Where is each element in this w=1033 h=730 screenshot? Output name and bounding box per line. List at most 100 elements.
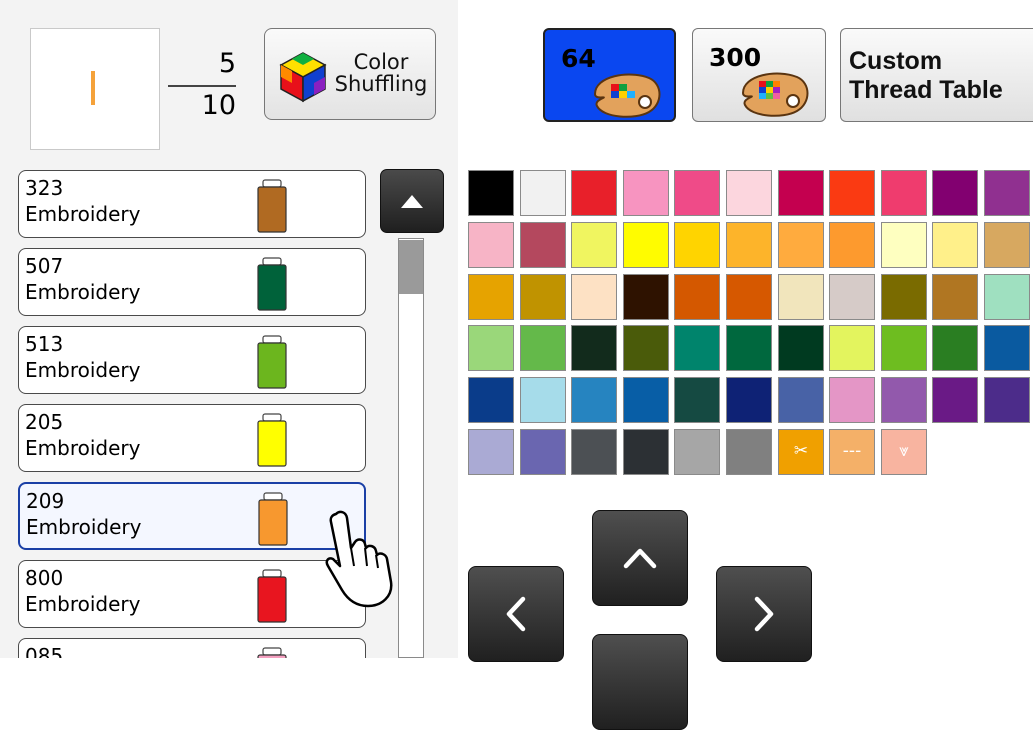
color-swatch[interactable] bbox=[623, 274, 669, 320]
color-swatch[interactable] bbox=[623, 325, 669, 371]
color-swatch[interactable] bbox=[726, 274, 772, 320]
palette-icon bbox=[593, 73, 661, 118]
color-swatch[interactable] bbox=[829, 377, 875, 423]
color-swatch[interactable] bbox=[881, 170, 927, 216]
color-swatch[interactable] bbox=[881, 377, 927, 423]
color-swatch[interactable] bbox=[571, 325, 617, 371]
thread-number: 205 bbox=[25, 410, 64, 434]
color-swatch[interactable] bbox=[674, 377, 720, 423]
move-up-button[interactable] bbox=[592, 510, 688, 606]
move-down-button[interactable] bbox=[592, 634, 688, 730]
color-swatch[interactable] bbox=[674, 429, 720, 475]
color-swatch[interactable] bbox=[726, 429, 772, 475]
color-swatch[interactable] bbox=[571, 429, 617, 475]
cut-swatch[interactable]: ✂ bbox=[778, 429, 824, 475]
color-swatch[interactable] bbox=[984, 325, 1030, 371]
thread-type: Embroidery bbox=[25, 202, 141, 226]
color-cube-icon bbox=[279, 52, 327, 103]
move-right-button[interactable] bbox=[716, 566, 812, 662]
color-swatch[interactable] bbox=[520, 325, 566, 371]
tab-64-colors[interactable]: 64 bbox=[543, 28, 676, 122]
color-swatch[interactable] bbox=[778, 222, 824, 268]
color-swatch[interactable] bbox=[468, 170, 514, 216]
color-swatch[interactable] bbox=[468, 377, 514, 423]
preview-mark bbox=[91, 71, 95, 105]
thread-spool-icon bbox=[257, 335, 287, 389]
scrollbar-thumb[interactable] bbox=[399, 240, 423, 294]
color-swatch[interactable] bbox=[726, 377, 772, 423]
tab-custom-thread-table[interactable]: Custom Thread Table bbox=[840, 28, 1033, 122]
thread-list-item[interactable]: 205 Embroidery bbox=[18, 404, 366, 472]
color-swatch[interactable] bbox=[674, 325, 720, 371]
color-swatch[interactable] bbox=[623, 170, 669, 216]
jump-swatch[interactable]: --- bbox=[829, 429, 875, 475]
color-swatch[interactable] bbox=[520, 170, 566, 216]
color-swatch[interactable] bbox=[881, 325, 927, 371]
color-swatch[interactable] bbox=[829, 222, 875, 268]
color-swatch[interactable] bbox=[726, 325, 772, 371]
thread-list-item[interactable]: 800 Embroidery bbox=[18, 560, 366, 628]
color-swatch[interactable] bbox=[674, 274, 720, 320]
color-swatch[interactable] bbox=[932, 325, 978, 371]
color-swatch[interactable] bbox=[674, 222, 720, 268]
thread-list-item[interactable]: 507 Embroidery bbox=[18, 248, 366, 316]
color-swatch[interactable] bbox=[881, 274, 927, 320]
color-swatch[interactable] bbox=[829, 170, 875, 216]
color-swatch[interactable] bbox=[778, 274, 824, 320]
color-swatch[interactable] bbox=[932, 274, 978, 320]
color-swatch[interactable] bbox=[881, 222, 927, 268]
scroll-up-button[interactable] bbox=[380, 169, 444, 233]
color-swatch[interactable] bbox=[984, 222, 1030, 268]
color-swatch[interactable] bbox=[623, 429, 669, 475]
color-swatch[interactable] bbox=[571, 222, 617, 268]
shuffle-label-line1: Color bbox=[353, 50, 409, 74]
thread-list-item[interactable]: 209 Embroidery bbox=[18, 482, 366, 550]
color-swatch[interactable] bbox=[623, 222, 669, 268]
shuffle-label-line2: Shuffling bbox=[334, 72, 428, 96]
move-left-button[interactable] bbox=[468, 566, 564, 662]
color-swatch[interactable] bbox=[932, 222, 978, 268]
color-swatch[interactable] bbox=[571, 274, 617, 320]
color-swatch[interactable] bbox=[623, 377, 669, 423]
color-swatch[interactable] bbox=[571, 377, 617, 423]
color-swatch[interactable] bbox=[520, 274, 566, 320]
color-swatch[interactable] bbox=[520, 377, 566, 423]
color-swatch[interactable] bbox=[726, 222, 772, 268]
thread-list-item[interactable]: 513 Embroidery bbox=[18, 326, 366, 394]
color-swatch[interactable] bbox=[726, 170, 772, 216]
thread-spool-icon bbox=[258, 492, 288, 546]
color-swatch[interactable] bbox=[674, 170, 720, 216]
custom-thread-table-label: Custom Thread Table bbox=[849, 47, 1003, 105]
jump-icon: --- bbox=[842, 441, 862, 461]
thread-number: 507 bbox=[25, 254, 64, 278]
color-shuffling-button[interactable]: Color Shuffling bbox=[264, 28, 436, 120]
color-swatch[interactable] bbox=[520, 222, 566, 268]
color-swatch[interactable] bbox=[932, 377, 978, 423]
thread-list-item[interactable]: 323 Embroidery bbox=[18, 170, 366, 238]
color-swatch[interactable] bbox=[778, 325, 824, 371]
color-swatch[interactable] bbox=[829, 325, 875, 371]
thread-spool-icon bbox=[257, 413, 287, 467]
thread-type: Embroidery bbox=[25, 280, 141, 304]
color-swatch[interactable] bbox=[829, 274, 875, 320]
triangle-up-icon bbox=[401, 195, 423, 208]
thread-list-item[interactable]: 085Embroidery bbox=[18, 638, 366, 658]
color-swatch[interactable] bbox=[468, 429, 514, 475]
color-swatch[interactable] bbox=[984, 274, 1030, 320]
color-swatch[interactable] bbox=[778, 377, 824, 423]
thread-type: Embroidery bbox=[25, 358, 141, 382]
color-swatch[interactable] bbox=[984, 170, 1030, 216]
color-swatch[interactable] bbox=[520, 429, 566, 475]
tab-300-colors[interactable]: 300 bbox=[692, 28, 826, 122]
color-swatch[interactable] bbox=[571, 170, 617, 216]
color-swatch[interactable] bbox=[932, 170, 978, 216]
fraction-divider bbox=[168, 85, 236, 87]
color-swatch[interactable] bbox=[468, 274, 514, 320]
color-swatch[interactable] bbox=[778, 170, 824, 216]
trim-swatch[interactable]: ⩔ bbox=[881, 429, 927, 475]
thread-spool-icon bbox=[257, 179, 287, 233]
color-swatch[interactable] bbox=[468, 222, 514, 268]
color-swatch[interactable] bbox=[984, 377, 1030, 423]
cut-icon: ✂ bbox=[793, 441, 809, 461]
color-swatch[interactable] bbox=[468, 325, 514, 371]
